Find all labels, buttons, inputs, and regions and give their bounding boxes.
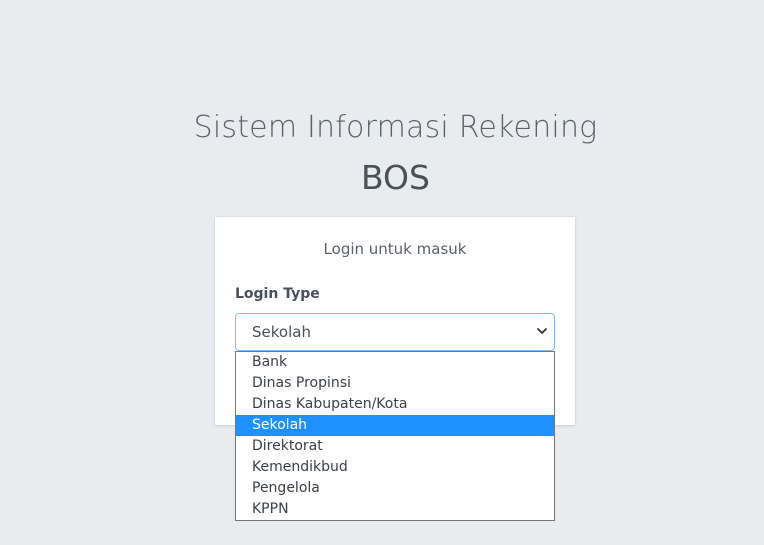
app-subtitle: BOS — [361, 158, 430, 197]
login-type-option[interactable]: Kemendikbud — [236, 457, 554, 478]
login-type-option[interactable]: Dinas Propinsi — [236, 373, 554, 394]
login-message: Login untuk masuk — [323, 240, 467, 258]
login-type-option[interactable]: Bank — [236, 352, 554, 373]
login-type-dropdown[interactable]: Bank Dinas Propinsi Dinas Kabupaten/Kota… — [235, 351, 555, 521]
login-type-option[interactable]: Dinas Kabupaten/Kota — [236, 394, 554, 415]
app-title: Sistem Informasi Rekening — [193, 110, 598, 145]
login-type-option[interactable]: Pengelola — [236, 478, 554, 499]
login-type-select[interactable]: Sekolah — [235, 313, 555, 351]
login-type-option[interactable]: KPPN — [236, 499, 554, 520]
login-type-option[interactable]: Direktorat — [236, 436, 554, 457]
login-type-option-selected[interactable]: Sekolah — [236, 415, 554, 436]
login-type-label: Login Type — [235, 286, 320, 302]
login-type-selected-value: Sekolah — [252, 323, 311, 341]
chevron-down-icon — [537, 328, 547, 334]
